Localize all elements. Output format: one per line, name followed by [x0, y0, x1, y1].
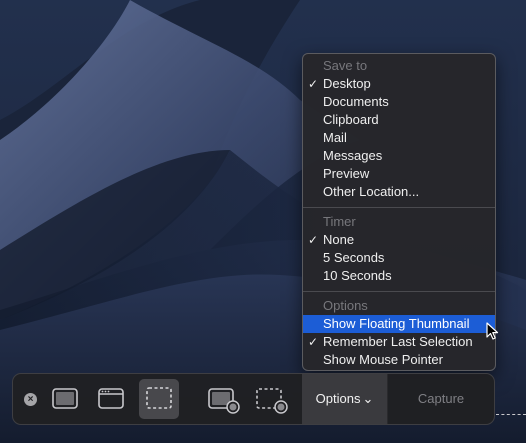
menu-item-clipboard[interactable]: Clipboard	[303, 111, 495, 129]
menu-item-label: Desktop	[323, 76, 371, 91]
menu-section-save-to-label: Save to	[323, 58, 368, 73]
capture-selected-portion-button[interactable]	[139, 379, 179, 419]
window-icon	[98, 388, 124, 409]
menu-item-label: Show Mouse Pointer	[323, 352, 443, 367]
menu-item-label: Messages	[323, 148, 383, 163]
options-button-label: Options	[315, 391, 361, 406]
checkmark-icon: ✓	[308, 335, 319, 349]
record-selected-portion-button[interactable]	[253, 382, 291, 418]
menu-item-messages[interactable]: Messages	[303, 147, 495, 165]
menu-item-label: None	[323, 232, 355, 247]
record-entire-screen-button[interactable]	[206, 382, 242, 418]
capture-selected-window-button[interactable]	[95, 382, 127, 416]
menu-item-label: 10 Seconds	[323, 268, 392, 283]
menu-item-timer-5-seconds[interactable]: 5 Seconds	[303, 249, 495, 267]
menu-item-timer-none[interactable]: ✓ None	[303, 231, 495, 249]
menu-item-label: 5 Seconds	[323, 250, 385, 265]
menu-item-preview[interactable]: Preview	[303, 165, 495, 183]
record-selection-icon	[256, 388, 288, 414]
menu-section-timer-label: Timer	[323, 214, 356, 229]
menu-item-label: Clipboard	[323, 112, 379, 127]
checkmark-icon: ✓	[308, 77, 319, 91]
close-toolbar-button[interactable]: ×	[24, 393, 37, 406]
menu-item-desktop[interactable]: ✓ Desktop	[303, 75, 495, 93]
menu-item-mail[interactable]: Mail	[303, 129, 495, 147]
menu-item-label: Remember Last Selection	[323, 334, 473, 349]
menu-item-label: Show Floating Thumbnail	[323, 316, 470, 331]
screenshot-toolbar: × Options ⌄ Capture	[12, 373, 495, 425]
menu-section-options-label: Options	[323, 298, 368, 313]
checkmark-icon: ✓	[308, 233, 319, 247]
menu-separator	[303, 207, 495, 208]
options-dropdown-menu: Save to ✓ Desktop Documents Clipboard Ma…	[302, 53, 496, 371]
menu-item-label: Mail	[323, 130, 347, 145]
options-button[interactable]: Options ⌄	[302, 374, 387, 424]
menu-separator	[303, 291, 495, 292]
menu-item-documents[interactable]: Documents	[303, 93, 495, 111]
selection-icon	[146, 387, 172, 409]
menu-item-label: Other Location...	[323, 184, 420, 199]
menu-item-remember-last-selection[interactable]: ✓ Remember Last Selection	[303, 333, 495, 351]
record-screen-icon	[208, 388, 240, 414]
menu-item-label: Preview	[323, 166, 370, 181]
entire-screen-icon	[52, 388, 78, 409]
chevron-down-icon: ⌄	[362, 391, 374, 406]
menu-item-label: Documents	[323, 94, 389, 109]
menu-item-show-floating-thumbnail[interactable]: Show Floating Thumbnail	[303, 315, 495, 333]
selection-marquee-edge	[496, 414, 526, 415]
menu-item-other-location[interactable]: Other Location...	[303, 183, 495, 201]
mouse-pointer-icon	[486, 322, 500, 347]
menu-item-timer-10-seconds[interactable]: 10 Seconds	[303, 267, 495, 285]
menu-item-show-mouse-pointer[interactable]: Show Mouse Pointer	[303, 351, 495, 369]
capture-button[interactable]: Capture	[388, 374, 494, 424]
capture-entire-screen-button[interactable]	[50, 382, 80, 416]
